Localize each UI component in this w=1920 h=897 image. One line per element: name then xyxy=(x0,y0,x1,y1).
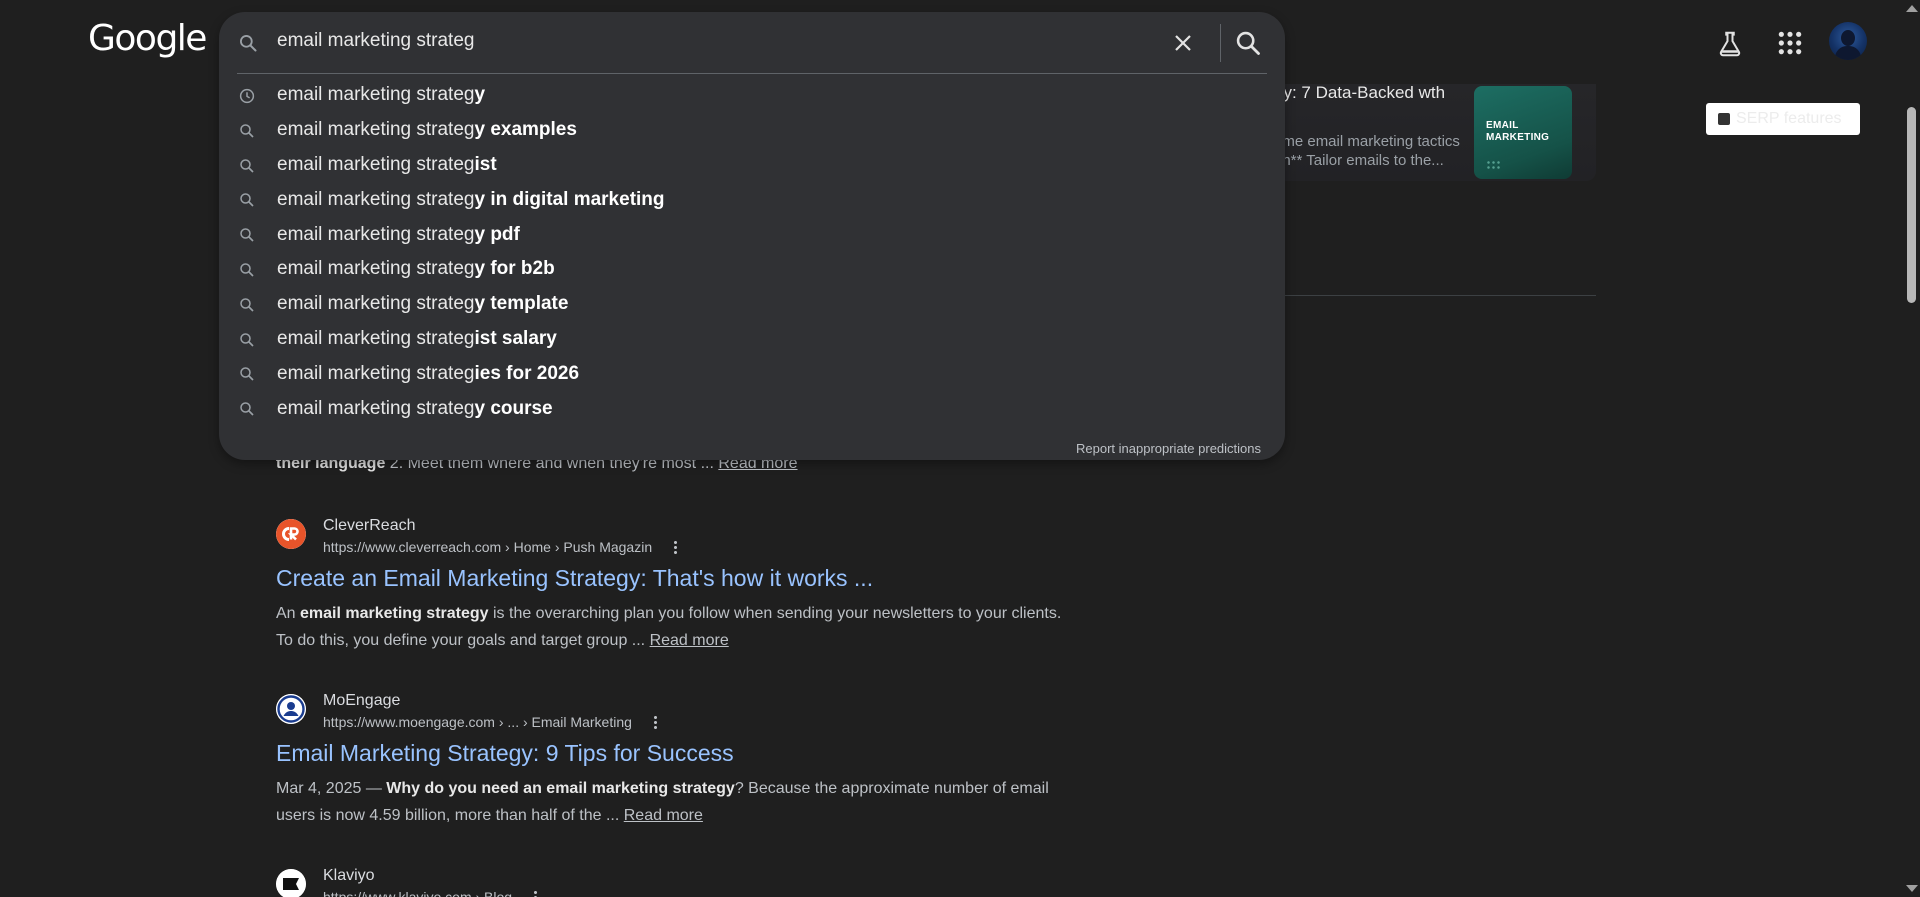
suggestion-item[interactable]: email marketing strategy course xyxy=(219,391,1285,426)
header-actions xyxy=(1719,22,1920,66)
suggestion-item[interactable]: email marketing strategist salary xyxy=(219,322,1285,357)
read-more-link[interactable]: Read more xyxy=(650,632,729,649)
side-card-title[interactable]: gy: 7 Data-Backed wth xyxy=(1274,82,1464,104)
read-more-link[interactable]: Read more xyxy=(624,807,703,824)
search-icon xyxy=(240,402,254,416)
search-icon xyxy=(240,367,254,381)
more-options-icon[interactable] xyxy=(653,715,657,729)
suggestion-item[interactable]: email marketing strategies for 2026 xyxy=(219,356,1285,391)
serp-features-label: SERP features xyxy=(1736,110,1842,127)
scroll-up-arrow-icon[interactable] xyxy=(1906,5,1918,12)
search-submit-icon[interactable] xyxy=(1234,29,1262,57)
scrollbar-thumb[interactable] xyxy=(1907,107,1916,303)
suggestion-item[interactable]: email marketing strategy xyxy=(219,78,1285,113)
page-scrollbar[interactable] xyxy=(1903,0,1920,897)
labs-flask-icon[interactable] xyxy=(1715,28,1745,60)
search-result: MoEngage https://www.moengage.com › ... … xyxy=(276,692,1056,832)
search-icon xyxy=(240,35,257,52)
section-divider xyxy=(1272,295,1596,296)
account-avatar[interactable] xyxy=(1829,22,1867,60)
google-logo[interactable]: Google xyxy=(88,18,207,59)
side-card-thumbnail[interactable]: EMAIL MARKETING xyxy=(1474,86,1572,179)
scroll-down-arrow-icon[interactable] xyxy=(1906,885,1918,892)
result-title-link[interactable]: Email Marketing Strategy: 9 Tips for Suc… xyxy=(276,740,734,767)
search-autocomplete-panel: email marketing strategy email marketing… xyxy=(219,12,1285,460)
suggestion-item[interactable]: email marketing strategy for b2b xyxy=(219,252,1285,287)
suggestion-item[interactable]: email marketing strategy template xyxy=(219,287,1285,322)
report-predictions-link[interactable]: Report inappropriate predictions xyxy=(1076,441,1261,456)
suggestion-item[interactable]: email marketing strategy examples xyxy=(219,113,1285,148)
search-bar xyxy=(219,12,1285,72)
more-options-icon[interactable] xyxy=(674,540,678,554)
apps-grid-icon[interactable] xyxy=(1777,30,1803,56)
more-options-icon[interactable] xyxy=(534,890,538,897)
cleverreach-favicon-icon[interactable] xyxy=(276,519,306,549)
search-icon xyxy=(240,263,254,277)
suggestion-list: email marketing strategy email marketing… xyxy=(219,78,1285,426)
search-result: Klaviyo https://www.klaviyo.com › Blog xyxy=(276,867,1056,897)
dots-decoration-icon xyxy=(1486,160,1502,170)
result-title-link[interactable]: Create an Email Marketing Strategy: That… xyxy=(276,565,873,592)
suggestion-item[interactable]: email marketing strategy pdf xyxy=(219,217,1285,252)
result-snippet: Mar 4, 2025 — Why do you need an email m… xyxy=(276,780,1049,824)
result-snippet: An email marketing strategy is the overa… xyxy=(276,605,1062,649)
search-icon xyxy=(240,228,254,242)
suggestion-item[interactable]: email marketing strategist xyxy=(219,148,1285,183)
moengage-favicon-icon[interactable] xyxy=(276,694,306,724)
thumbnail-text: EMAIL MARKETING xyxy=(1486,120,1550,143)
result-site-name[interactable]: CleverReach xyxy=(323,517,415,535)
search-result: CleverReach https://www.cleverreach.com … xyxy=(276,517,1061,657)
search-icon xyxy=(240,298,254,312)
search-icon xyxy=(240,193,254,207)
result-url[interactable]: https://www.moengage.com › ... › Email M… xyxy=(323,714,657,730)
history-icon xyxy=(239,88,255,104)
search-icon xyxy=(240,332,254,347)
result-site-name[interactable]: Klaviyo xyxy=(323,867,375,885)
result-site-name[interactable]: MoEngage xyxy=(323,692,400,710)
search-icon xyxy=(240,158,254,173)
search-divider xyxy=(1220,24,1221,62)
klaviyo-favicon-icon[interactable] xyxy=(276,869,306,897)
search-icon xyxy=(240,124,254,138)
side-card-snippet: ome email marketing tactics on** Tailor … xyxy=(1274,133,1460,169)
checkbox-icon xyxy=(1718,113,1730,125)
suggestion-item[interactable]: email marketing strategy in digital mark… xyxy=(219,182,1285,217)
suggestion-divider xyxy=(237,73,1267,74)
serp-features-button[interactable]: SERP features xyxy=(1706,103,1860,135)
result-url[interactable]: https://www.klaviyo.com › Blog xyxy=(323,889,538,897)
result-url[interactable]: https://www.cleverreach.com › Home › Pus… xyxy=(323,539,678,555)
clear-search-icon[interactable] xyxy=(1171,31,1195,55)
search-input[interactable] xyxy=(277,26,1077,56)
